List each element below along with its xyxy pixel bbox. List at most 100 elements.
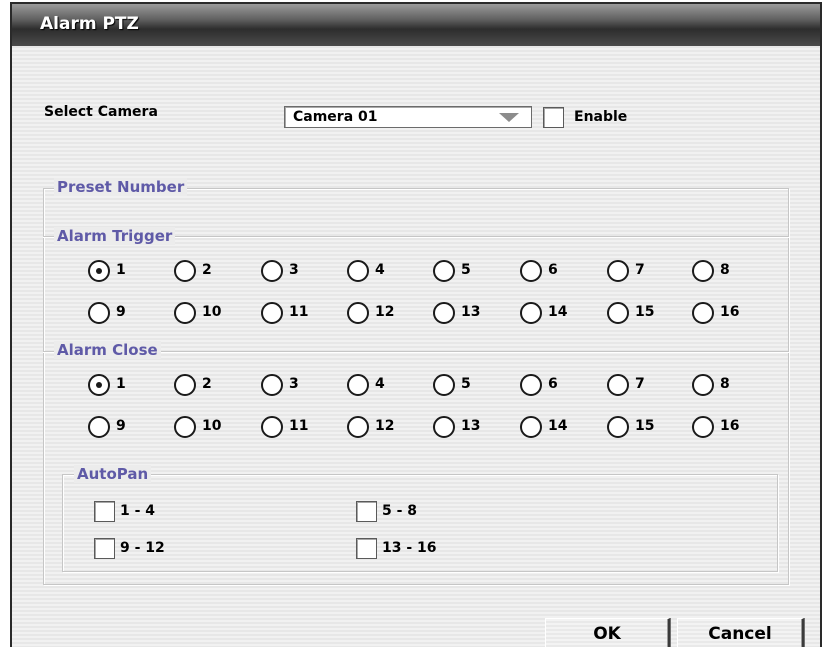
alarm-trigger-radio-6[interactable]: 6 [520, 260, 600, 282]
alarm-close-radio-13[interactable]: 13 [433, 416, 513, 438]
radio-label: 1 [116, 376, 126, 392]
alarm-trigger-radio-1[interactable]: 1 [88, 260, 168, 282]
radio-label: 10 [202, 418, 222, 434]
alarm-close-radio-5[interactable]: 5 [433, 374, 513, 396]
alarm-trigger-radio-5[interactable]: 5 [433, 260, 513, 282]
autopan-checkbox[interactable] [356, 501, 377, 522]
alarm-close-radio-14[interactable]: 14 [520, 416, 600, 438]
alarm-trigger-radio-10[interactable]: 10 [174, 302, 254, 324]
radio-button-icon[interactable] [692, 416, 714, 438]
alarm-close-radio-7[interactable]: 7 [607, 374, 687, 396]
radio-button-icon[interactable] [520, 302, 542, 324]
radio-button-icon[interactable] [607, 374, 629, 396]
radio-label: 7 [635, 376, 645, 392]
radio-label: 2 [202, 376, 212, 392]
radio-button-icon[interactable] [88, 302, 110, 324]
radio-button-icon[interactable] [692, 374, 714, 396]
radio-label: 14 [548, 418, 568, 434]
alarm-trigger-radio-8[interactable]: 8 [692, 260, 772, 282]
enable-label: Enable [574, 109, 628, 125]
radio-button-icon[interactable] [520, 416, 542, 438]
radio-label: 4 [375, 262, 385, 278]
radio-button-icon[interactable] [520, 374, 542, 396]
radio-button-icon[interactable] [692, 260, 714, 282]
radio-label: 1 [116, 262, 126, 278]
radio-label: 11 [289, 304, 309, 320]
radio-label: 12 [375, 418, 395, 434]
radio-label: 14 [548, 304, 568, 320]
radio-button-icon[interactable] [88, 260, 110, 282]
ok-button[interactable]: OK [545, 618, 670, 647]
radio-selected-dot-icon [96, 268, 102, 274]
alarm-trigger-radio-2[interactable]: 2 [174, 260, 254, 282]
alarm-close-radio-16[interactable]: 16 [692, 416, 772, 438]
radio-button-icon[interactable] [433, 416, 455, 438]
radio-button-icon[interactable] [347, 302, 369, 324]
camera-dropdown-value: Camera 01 [293, 109, 378, 125]
alarm-close-radio-12[interactable]: 12 [347, 416, 427, 438]
radio-label: 7 [635, 262, 645, 278]
alarm-trigger-radio-7[interactable]: 7 [607, 260, 687, 282]
radio-label: 10 [202, 304, 222, 320]
alarm-close-radio-9[interactable]: 9 [88, 416, 168, 438]
radio-button-icon[interactable] [88, 374, 110, 396]
radio-button-icon[interactable] [347, 374, 369, 396]
alarm-trigger-radio-16[interactable]: 16 [692, 302, 772, 324]
radio-button-icon[interactable] [607, 416, 629, 438]
autopan-label: 1 - 4 [120, 503, 156, 519]
alarm-trigger-radio-3[interactable]: 3 [261, 260, 341, 282]
radio-selected-dot-icon [96, 382, 102, 388]
radio-button-icon[interactable] [607, 302, 629, 324]
radio-button-icon[interactable] [607, 260, 629, 282]
alarm-trigger-radio-14[interactable]: 14 [520, 302, 600, 324]
radio-label: 13 [461, 304, 481, 320]
radio-button-icon[interactable] [174, 416, 196, 438]
radio-button-icon[interactable] [347, 416, 369, 438]
radio-button-icon[interactable] [174, 260, 196, 282]
alarm-trigger-radio-15[interactable]: 15 [607, 302, 687, 324]
alarm-close-radio-3[interactable]: 3 [261, 374, 341, 396]
alarm-trigger-radio-12[interactable]: 12 [347, 302, 427, 324]
preset-number-title: Preset Number [54, 178, 188, 196]
alarm-trigger-title: Alarm Trigger [54, 227, 176, 245]
radio-button-icon[interactable] [261, 416, 283, 438]
radio-button-icon[interactable] [261, 302, 283, 324]
radio-button-icon[interactable] [692, 302, 714, 324]
radio-button-icon[interactable] [261, 374, 283, 396]
radio-button-icon[interactable] [174, 374, 196, 396]
alarm-close-radio-4[interactable]: 4 [347, 374, 427, 396]
radio-label: 13 [461, 418, 481, 434]
radio-button-icon[interactable] [520, 260, 542, 282]
autopan-label: 13 - 16 [382, 540, 437, 556]
radio-label: 2 [202, 262, 212, 278]
enable-checkbox[interactable] [543, 107, 564, 128]
radio-label: 9 [116, 418, 126, 434]
alarm-close-radio-8[interactable]: 8 [692, 374, 772, 396]
radio-button-icon[interactable] [88, 416, 110, 438]
radio-label: 12 [375, 304, 395, 320]
alarm-trigger-radio-4[interactable]: 4 [347, 260, 427, 282]
title-bar[interactable]: Alarm PTZ [12, 4, 820, 46]
alarm-trigger-radio-9[interactable]: 9 [88, 302, 168, 324]
radio-button-icon[interactable] [433, 260, 455, 282]
radio-button-icon[interactable] [433, 374, 455, 396]
alarm-trigger-radio-11[interactable]: 11 [261, 302, 341, 324]
radio-button-icon[interactable] [174, 302, 196, 324]
radio-button-icon[interactable] [347, 260, 369, 282]
alarm-close-radio-2[interactable]: 2 [174, 374, 254, 396]
radio-label: 8 [720, 262, 730, 278]
alarm-trigger-radio-13[interactable]: 13 [433, 302, 513, 324]
alarm-close-radio-10[interactable]: 10 [174, 416, 254, 438]
alarm-close-radio-1[interactable]: 1 [88, 374, 168, 396]
alarm-close-radio-11[interactable]: 11 [261, 416, 341, 438]
chevron-down-icon[interactable] [499, 113, 519, 122]
autopan-checkbox[interactable] [356, 538, 377, 559]
alarm-close-radio-15[interactable]: 15 [607, 416, 687, 438]
radio-button-icon[interactable] [261, 260, 283, 282]
alarm-close-radio-6[interactable]: 6 [520, 374, 600, 396]
cancel-button[interactable]: Cancel [677, 618, 804, 647]
autopan-checkbox[interactable] [94, 501, 115, 522]
autopan-checkbox[interactable] [94, 538, 115, 559]
camera-dropdown[interactable]: Camera 01 [284, 106, 532, 128]
radio-button-icon[interactable] [433, 302, 455, 324]
